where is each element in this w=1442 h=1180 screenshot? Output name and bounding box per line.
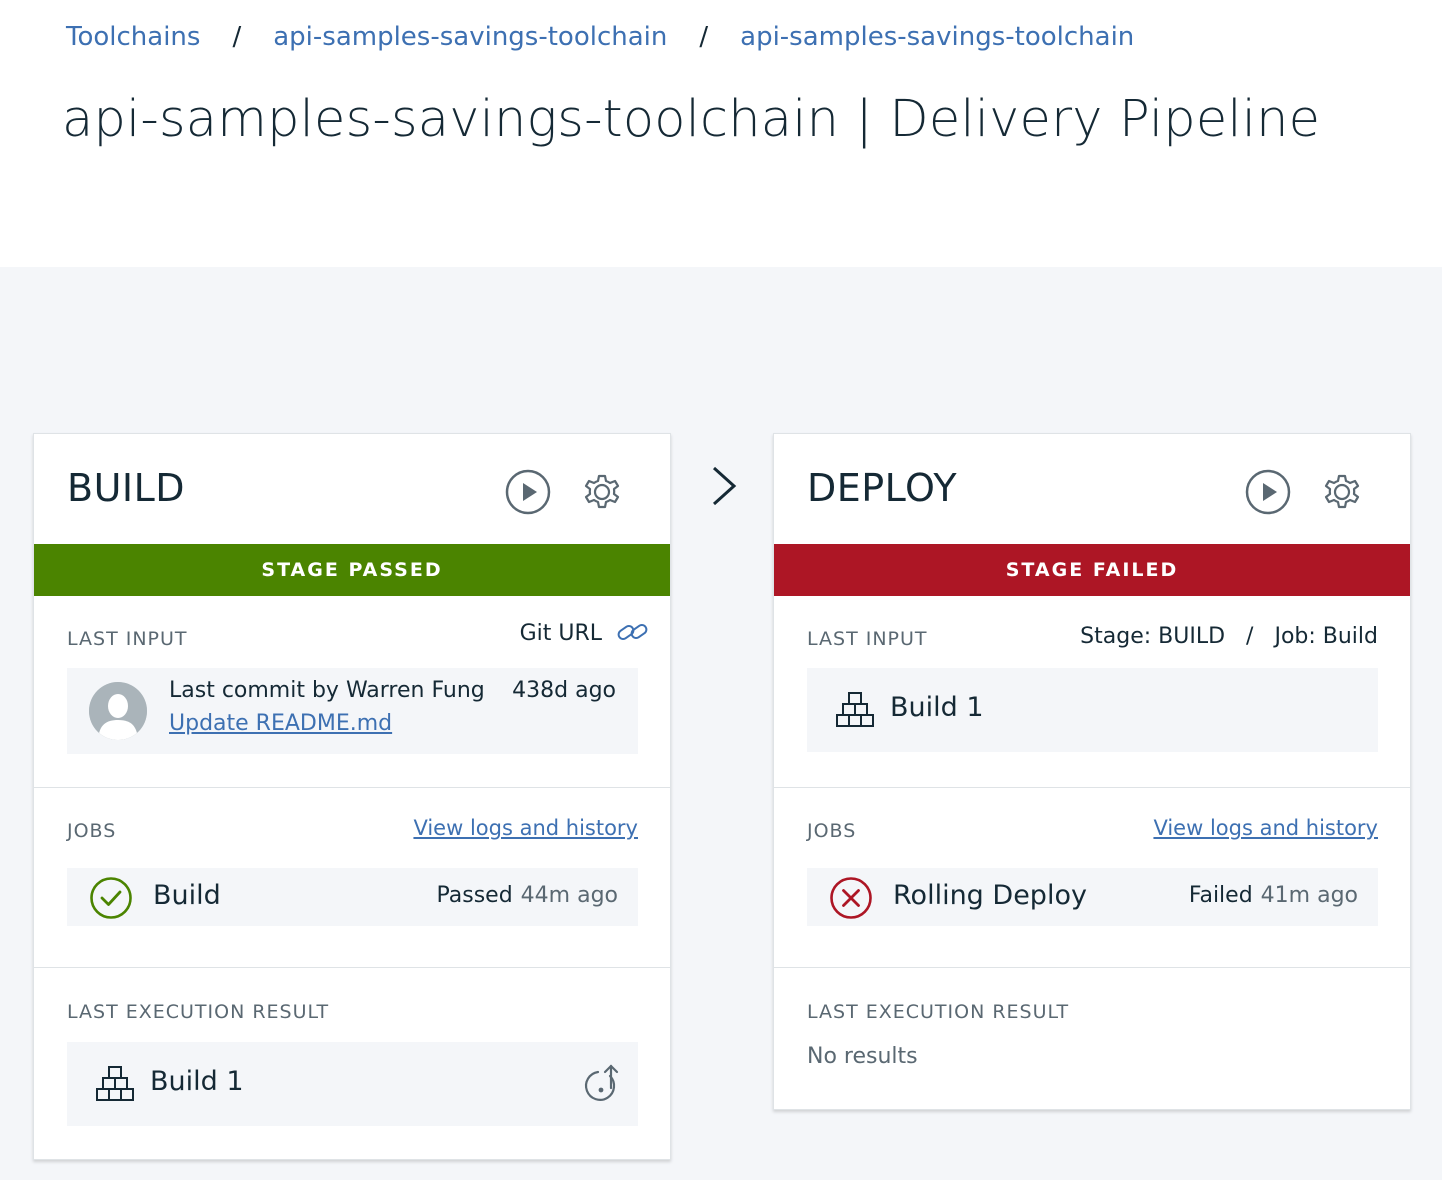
play-icon[interactable] (1244, 468, 1292, 516)
commit-age: 438d ago (512, 678, 616, 703)
section-label: JOBS (807, 820, 857, 842)
jobs-section: JOBS View logs and history Rolling Deplo… (774, 788, 1410, 968)
stage-status-bar: STAGE PASSED (34, 544, 670, 596)
last-execution-box[interactable]: Build 1 (67, 1042, 638, 1126)
last-input-box[interactable]: Build 1 (807, 668, 1378, 752)
stage-header: DEPLOY (774, 434, 1410, 544)
job-age: 44m ago (520, 883, 618, 908)
stage-status-bar: STAGE FAILED (774, 544, 1410, 596)
section-label: LAST EXECUTION RESULT (67, 1001, 330, 1023)
build-artifact-icon (96, 1066, 134, 1101)
section-label: LAST INPUT (67, 628, 188, 650)
view-logs-link[interactable]: View logs and history (1153, 816, 1378, 840)
job-row-rolling-deploy[interactable]: Rolling Deploy Failed 41m ago (807, 868, 1378, 926)
section-label: JOBS (67, 820, 117, 842)
chevron-right-icon (712, 466, 737, 506)
input-job: Job: Build (1274, 624, 1378, 649)
play-icon[interactable] (504, 468, 552, 516)
breadcrumb-separator: / (699, 22, 709, 52)
last-input-value: Build 1 (890, 692, 984, 723)
last-input-section: LAST INPUT Stage: BUILD / Job: Build Bui… (774, 596, 1410, 788)
redeploy-icon[interactable] (580, 1062, 624, 1106)
link-icon (617, 623, 648, 641)
gear-icon[interactable] (1318, 468, 1366, 516)
avatar (89, 682, 147, 740)
check-circle-icon (90, 877, 132, 919)
job-status: Failed 41m ago (1189, 883, 1358, 908)
stage-card-build: BUILD STAGE PASSED LAST INPUT Git URL La… (33, 433, 671, 1160)
jobs-section: JOBS View logs and history Build Passed 4… (34, 788, 670, 968)
stage-card-deploy: DEPLOY STAGE FAILED LAST INPUT Stage: BU… (773, 433, 1411, 1110)
job-row-build[interactable]: Build Passed 44m ago (67, 868, 638, 926)
breadcrumb-toolchain[interactable]: api-samples-savings-toolchain (273, 22, 667, 52)
error-circle-icon (830, 877, 872, 919)
breadcrumb-separator: / (232, 22, 242, 52)
commit-message-link[interactable]: Update README.md (169, 711, 392, 736)
last-input-section: LAST INPUT Git URL Last commit by Warren… (34, 596, 670, 788)
job-status: Passed 44m ago (436, 883, 618, 908)
job-name: Rolling Deploy (893, 880, 1087, 911)
stage-title: DEPLOY (807, 466, 958, 510)
git-url-link[interactable]: Git URL (520, 620, 650, 646)
last-execution-section: LAST EXECUTION RESULT No results (774, 968, 1410, 1110)
breadcrumb-toolchains[interactable]: Toolchains (66, 22, 200, 52)
last-commit-box: Last commit by Warren Fung Update README… (67, 668, 638, 754)
commit-author: Last commit by Warren Fung (169, 678, 485, 703)
section-label: LAST INPUT (807, 628, 928, 650)
view-logs-link[interactable]: View logs and history (413, 816, 638, 840)
breadcrumb-current[interactable]: api-samples-savings-toolchain (740, 22, 1134, 52)
stage-title: BUILD (67, 466, 186, 510)
input-separator: / (1246, 624, 1254, 649)
no-results-text: No results (807, 1044, 918, 1069)
build-artifact-icon (836, 692, 874, 727)
job-status-text: Passed (436, 883, 513, 908)
pipeline-canvas: BUILD STAGE PASSED LAST INPUT Git URL La… (0, 267, 1442, 1180)
input-source: Stage: BUILD / Job: Build (1080, 624, 1378, 649)
input-stage: Stage: BUILD (1080, 624, 1226, 649)
last-execution-value: Build 1 (150, 1066, 244, 1097)
gear-icon[interactable] (578, 468, 626, 516)
job-age: 41m ago (1260, 883, 1358, 908)
stage-header: BUILD (34, 434, 670, 544)
section-label: LAST EXECUTION RESULT (807, 1001, 1070, 1023)
job-status-text: Failed (1188, 883, 1253, 908)
git-url-label: Git URL (519, 620, 602, 646)
breadcrumb: Toolchains / api-samples-savings-toolcha… (66, 22, 1134, 52)
last-execution-section: LAST EXECUTION RESULT Build 1 (34, 968, 670, 1160)
page-title: api-samples-savings-toolchain | Delivery… (62, 90, 1321, 149)
job-name: Build (153, 880, 221, 911)
